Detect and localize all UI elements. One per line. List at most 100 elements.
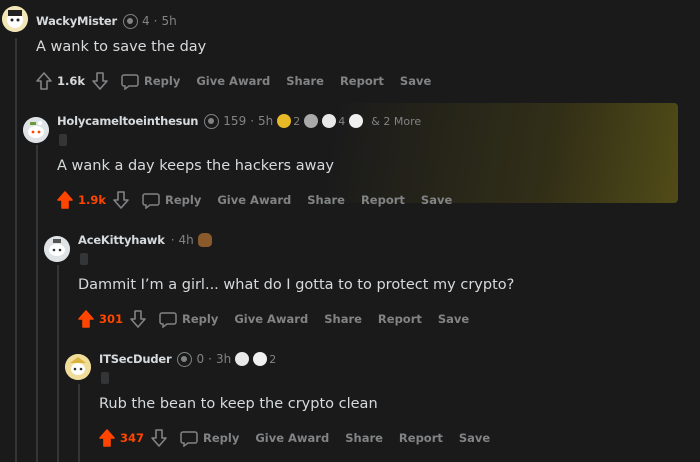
comment-header: ITSecDuder 0 · 3h 2 <box>99 349 276 369</box>
upvote-icon[interactable] <box>56 190 74 210</box>
s-award-icon <box>253 352 268 366</box>
username[interactable]: Holycameltoeinthesun <box>57 114 198 128</box>
save-button[interactable]: Save <box>421 193 452 207</box>
karma-icon <box>204 113 220 129</box>
more-awards-link[interactable]: & 2 More <box>371 115 421 128</box>
vote-count: 1.6k <box>57 74 86 88</box>
upvote-icon[interactable] <box>98 428 116 448</box>
poop-award-icon <box>197 233 212 247</box>
award[interactable] <box>197 233 212 247</box>
karma-count: 159 <box>223 114 247 128</box>
report-button[interactable]: Report <box>340 74 384 88</box>
comment-body: A wank to save the day <box>36 39 207 55</box>
separator: · <box>250 114 255 128</box>
downvote-icon[interactable] <box>129 309 147 329</box>
share-button[interactable]: Share <box>286 74 324 88</box>
reply-label: Reply <box>182 312 219 326</box>
collapse-bar[interactable] <box>80 253 88 265</box>
wholesome-award-icon <box>322 114 337 128</box>
reply-icon <box>180 430 198 447</box>
avatar[interactable] <box>2 6 28 32</box>
comment-meta: · 4h <box>171 233 194 247</box>
comment-body: Rub the bean to keep the crypto clean <box>99 396 378 412</box>
avatar[interactable] <box>65 354 91 380</box>
karma-count: 4 <box>142 14 150 28</box>
wholesome-award-icon <box>235 352 250 366</box>
share-button[interactable]: Share <box>345 431 383 445</box>
collapse-bar[interactable] <box>59 134 67 146</box>
s-award-icon <box>349 114 364 128</box>
comment-header: AceKittyhawk · 4h <box>78 230 212 250</box>
downvote-icon[interactable] <box>112 190 130 210</box>
save-button[interactable]: Save <box>438 312 469 326</box>
thread-line[interactable] <box>15 38 17 462</box>
avatar[interactable] <box>23 117 49 143</box>
comment-header: WackyMister 4 · 5h <box>36 11 177 31</box>
thread-line[interactable] <box>78 384 80 462</box>
upvote-icon[interactable] <box>35 71 53 91</box>
give-award-button[interactable]: Give Award <box>196 74 270 88</box>
karma-icon <box>123 13 138 29</box>
give-award-button[interactable]: Give Award <box>234 312 308 326</box>
award[interactable] <box>349 114 364 128</box>
gold-award-icon <box>277 114 292 128</box>
reply-button[interactable]: Reply <box>142 192 201 209</box>
report-button[interactable]: Report <box>399 431 443 445</box>
thread-line[interactable] <box>36 145 38 462</box>
reply-icon <box>159 311 177 328</box>
timestamp[interactable]: 5h <box>258 114 273 128</box>
thread-line[interactable] <box>57 265 59 462</box>
comment-actions: 347 Reply Give Award Share Report Save <box>98 427 506 449</box>
silver-award-icon <box>304 114 319 128</box>
give-award-button[interactable]: Give Award <box>217 193 291 207</box>
vote-count: 347 <box>120 431 145 445</box>
give-award-button[interactable]: Give Award <box>255 431 329 445</box>
username[interactable]: AceKittyhawk <box>78 233 165 247</box>
upvote-icon[interactable] <box>77 309 95 329</box>
share-button[interactable]: Share <box>324 312 362 326</box>
reply-label: Reply <box>203 431 240 445</box>
reply-icon <box>121 73 139 90</box>
reply-button[interactable]: Reply <box>121 73 180 90</box>
comment-actions: 1.6k Reply Give Award Share Report Save <box>35 70 447 92</box>
reply-label: Reply <box>144 74 181 88</box>
timestamp[interactable]: 5h <box>161 14 176 28</box>
award[interactable] <box>235 352 250 366</box>
comment-header: Holycameltoeinthesun 159 · 5h 2 4 & 2 Mo… <box>57 111 421 131</box>
save-button[interactable]: Save <box>400 74 431 88</box>
comment-meta: 0 · 3h <box>177 351 231 367</box>
downvote-icon[interactable] <box>150 428 168 448</box>
reply-icon <box>142 192 160 209</box>
award[interactable] <box>304 114 319 128</box>
comment-meta: 4 · 5h <box>123 13 177 29</box>
timestamp[interactable]: 3h <box>216 352 231 366</box>
share-button[interactable]: Share <box>307 193 345 207</box>
report-button[interactable]: Report <box>378 312 422 326</box>
vote-count: 301 <box>99 312 124 326</box>
username[interactable]: WackyMister <box>36 14 117 28</box>
karma-icon <box>177 351 193 367</box>
reply-button[interactable]: Reply <box>180 430 239 447</box>
timestamp[interactable]: 4h <box>179 233 194 247</box>
comment-body: A wank a day keeps the hackers away <box>57 158 334 174</box>
award[interactable]: 2 <box>277 114 300 128</box>
save-button[interactable]: Save <box>459 431 490 445</box>
vote-count: 1.9k <box>78 193 107 207</box>
separator: · <box>170 233 175 247</box>
award-count: 2 <box>293 114 301 128</box>
username[interactable]: ITSecDuder <box>99 352 172 366</box>
comment-actions: 1.9k Reply Give Award Share Report Save <box>56 189 468 211</box>
award-count: 2 <box>269 352 277 366</box>
downvote-icon[interactable] <box>91 71 109 91</box>
karma-count: 0 <box>196 352 205 366</box>
reply-label: Reply <box>165 193 202 207</box>
award-count: 4 <box>338 114 346 128</box>
reply-button[interactable]: Reply <box>159 311 218 328</box>
award[interactable]: 4 <box>322 114 345 128</box>
report-button[interactable]: Report <box>361 193 405 207</box>
collapse-bar[interactable] <box>101 372 109 384</box>
award[interactable]: 2 <box>253 352 276 366</box>
avatar[interactable] <box>44 236 70 262</box>
comment-body: Dammit I’m a girl... what do I gotta to … <box>78 277 515 293</box>
comment-actions: 301 Reply Give Award Share Report Save <box>77 308 485 330</box>
